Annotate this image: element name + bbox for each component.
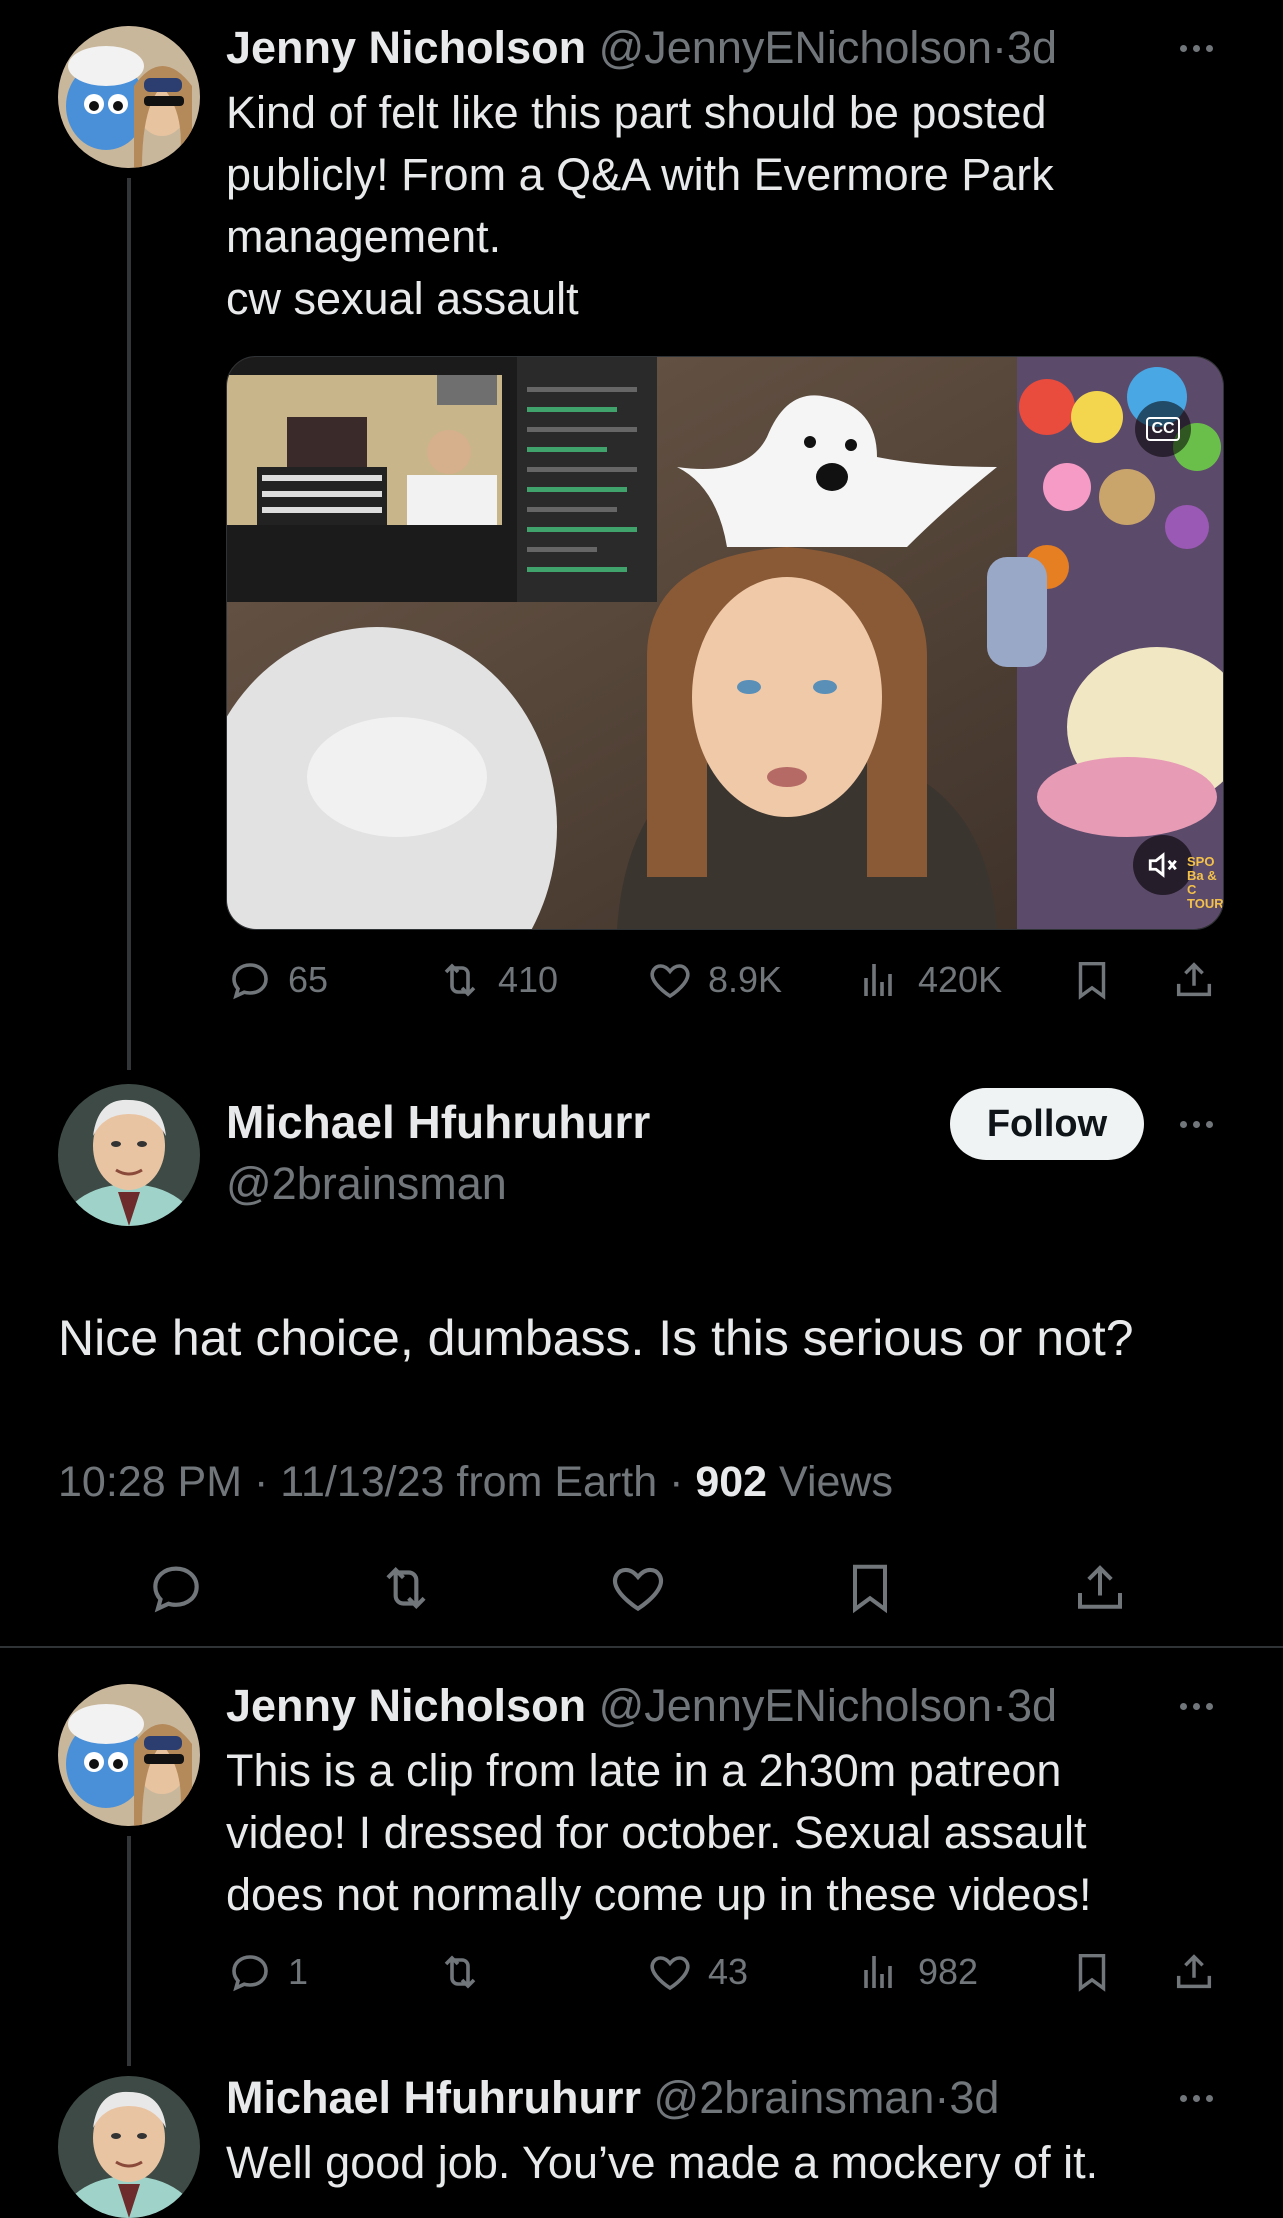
avatar-michael[interactable] [58,1084,200,1226]
views-count: 982 [918,1951,979,1992]
bookmark-button[interactable] [838,1556,902,1620]
focused-views-label: Views [767,1458,893,1506]
share-button[interactable] [1166,1944,1222,2000]
views-chart-icon [864,1956,892,1988]
focused-author-handle[interactable]: @2brainsman [226,1156,507,1212]
focused-views-count: 902 [695,1458,768,1506]
bookmark-button[interactable] [1064,1944,1120,2000]
repost-icon [444,963,476,997]
repost-button[interactable] [374,1556,438,1620]
avatar-michael-2[interactable] [58,2076,200,2218]
reply-button[interactable]: 65 [226,956,328,1004]
repost-button[interactable] [436,1948,498,1996]
author-handle[interactable]: @JennyENicholson [599,1680,992,1731]
author-name[interactable]: Michael Hfuhruhurr [226,2072,641,2123]
bookmark-button[interactable] [1064,952,1120,1008]
tweet-time[interactable]: 3d [1007,1680,1057,1731]
author-name[interactable]: Jenny Nicholson [226,1680,586,1731]
bookmark-icon [1078,961,1106,1000]
heart-icon [650,964,690,999]
share-button[interactable] [1068,1556,1132,1620]
author-name[interactable]: Jenny Nicholson [226,22,586,73]
focused-author-name[interactable]: Michael Hfuhruhurr [226,1092,650,1152]
views-count: 420K [918,959,1003,1000]
more-options-icon[interactable] [1166,28,1226,68]
tweet-text-line: Kind of felt like this part should be po… [226,87,1047,138]
tweet-1-text: Kind of felt like this part should be po… [226,82,1226,330]
focused-tweet-text: Nice hat choice, dumbass. Is this seriou… [58,1310,1134,1366]
dot-separator: · [991,1680,1007,1731]
author-handle[interactable]: @JennyENicholson [599,22,992,73]
like-button[interactable] [606,1556,670,1620]
more-options-icon[interactable] [1166,2078,1226,2118]
mute-button[interactable] [1133,835,1193,895]
tweet-1-header: Jenny Nicholson @JennyENicholson·3d [226,20,1057,76]
like-button[interactable]: 43 [646,1948,748,1996]
heart-icon [613,1567,663,1612]
tweet-time[interactable]: 3d [1007,22,1057,73]
dot-separator: · [934,2072,950,2123]
focused-meta: 10:28 PM · 11/13/23 from Earth · 902 Vie… [58,1454,893,1510]
tweet-2-header: Jenny Nicholson @JennyENicholson·3d [226,1678,1057,1734]
like-button[interactable]: 8.9K [646,956,782,1004]
video-frame [227,357,1223,929]
tweet-2-text: This is a clip from late in a 2h30m patr… [226,1740,1236,1926]
share-icon [1078,1565,1122,1609]
more-options-icon[interactable] [1166,1686,1226,1726]
reply-icon [153,1566,199,1613]
repost-count: 410 [498,959,559,1000]
like-count: 43 [708,1951,749,1992]
tweet-text-line: does not normally come up in these video… [226,1869,1092,1920]
reply-icon [232,1955,268,1992]
speaker-muted-icon [1148,852,1177,878]
reply-count: 1 [288,1951,309,1992]
focused-timestamp[interactable]: 10:28 PM · 11/13/23 from Earth · [58,1458,695,1506]
avatar-jenny-1[interactable] [58,26,200,168]
tweet-text-line: cw sexual assault [226,273,579,324]
thread-line-1 [127,178,131,1070]
repost-button[interactable]: 410 [436,956,558,1004]
repost-icon [444,1955,476,1989]
cc-icon: CC [1146,417,1180,441]
follow-button[interactable]: Follow [950,1088,1144,1160]
reply-button[interactable]: 1 [226,1948,308,1996]
avatar-jenny-2[interactable] [58,1684,200,1826]
share-icon [1176,1954,1212,1989]
reply-count: 65 [288,959,329,1000]
tweet-text-line: video! I dressed for october. Sexual ass… [226,1807,1087,1858]
section-divider [0,1646,1283,1648]
tweet-text-line: publicly! From a Q&A with Evermore Park [226,149,1054,200]
author-handle[interactable]: @2brainsman [654,2072,935,2123]
tweet-3-text: Well good job. You’ve made a mockery of … [226,2137,1099,2188]
reply-icon [232,963,268,1000]
sign-text: SPO Ba & C TOUR [1187,854,1224,911]
views-button[interactable]: 982 [856,1948,978,1996]
more-options-icon[interactable] [1166,1104,1226,1144]
like-count: 8.9K [708,959,783,1000]
tweet-time[interactable]: 3d [949,2072,999,2123]
tweet-text-line: This is a clip from late in a 2h30m patr… [226,1745,1062,1796]
heart-icon [650,1956,690,1991]
bookmark-icon [853,1564,887,1614]
thread-line-2 [127,1836,131,2066]
views-chart-icon [864,964,892,996]
tweet-text-line: management. [226,211,502,262]
dot-separator: · [991,22,1007,73]
tweet-3-header: Michael Hfuhruhurr @2brainsman·3d [226,2070,999,2126]
video-player[interactable]: CC SPO Ba & C TOUR [226,356,1224,930]
share-icon [1176,962,1212,997]
repost-icon [386,1566,426,1610]
bookmark-icon [1078,1953,1106,1992]
share-button[interactable] [1166,952,1222,1008]
captions-button[interactable]: CC [1135,401,1191,457]
reply-button[interactable] [144,1556,208,1620]
views-button[interactable]: 420K [856,956,1002,1004]
